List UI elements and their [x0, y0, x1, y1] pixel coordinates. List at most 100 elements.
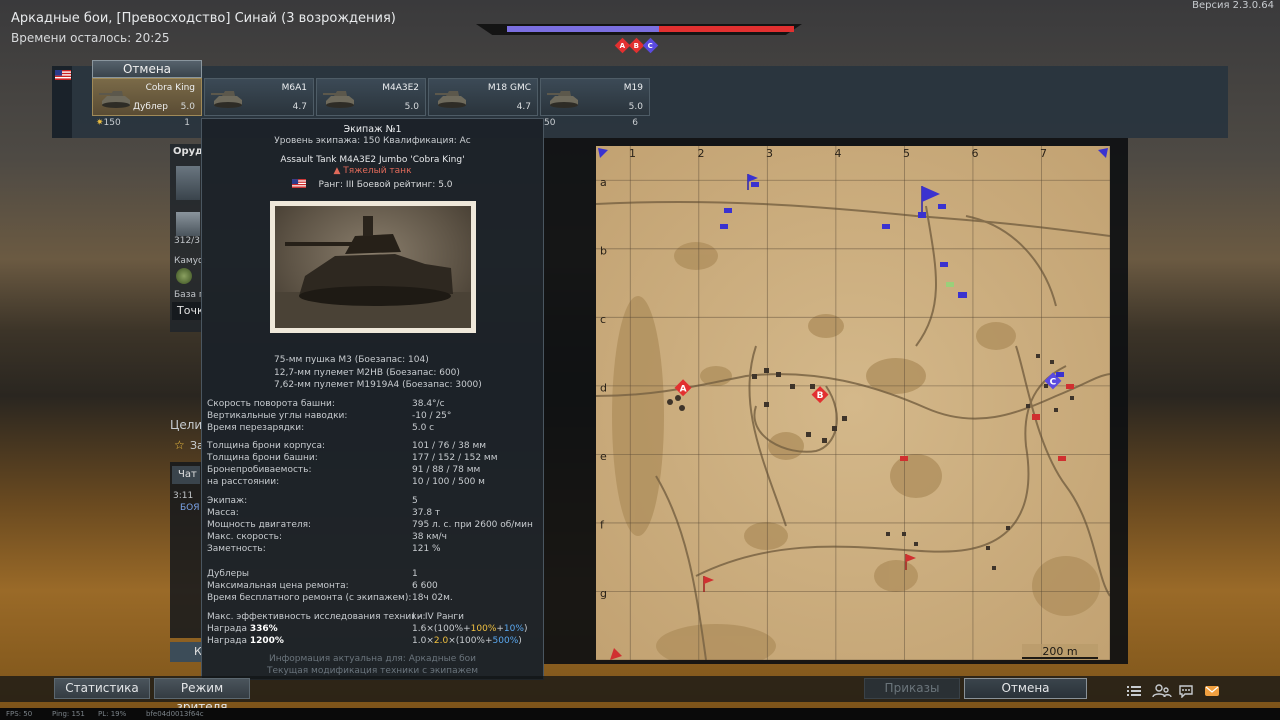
- reward-part: +: [496, 624, 504, 634]
- vehicle-name: M19: [623, 83, 643, 93]
- usa-flag-icon: [292, 179, 307, 188]
- reward-part: 1.0×: [412, 636, 434, 646]
- stat-value: 1: [412, 569, 418, 579]
- vehicle-role: Дублер: [133, 102, 168, 112]
- capture-point-label: C: [1050, 377, 1057, 387]
- map-column-label: 5: [903, 147, 910, 160]
- shell-slot-1[interactable]: [176, 166, 200, 200]
- slot-count: 6: [632, 118, 638, 128]
- slot-cost-row: 50 6: [544, 118, 644, 132]
- mail-icon[interactable]: [1204, 684, 1220, 698]
- reward-premium: 10%: [503, 624, 524, 634]
- camo-icon[interactable]: [176, 268, 192, 284]
- ping-readout: Ping: 151: [52, 710, 85, 718]
- objectives-header: Цели: [170, 418, 203, 432]
- vehicle-full-name: Assault Tank M4A3E2 Jumbo 'Cobra King': [280, 155, 465, 165]
- tank-icon: [435, 87, 469, 109]
- stat-label: Масса:: [207, 508, 239, 518]
- armament-line: 75-мм пушка M3 (Боезапас: 104): [274, 355, 429, 365]
- map-column-label: 6: [972, 147, 979, 160]
- shell-slot-2[interactable]: [176, 212, 200, 236]
- battle-rating: 5.0: [628, 102, 643, 112]
- squad-icon[interactable]: [1152, 684, 1172, 698]
- reward-label: Награда: [207, 624, 250, 634]
- weapons-header: Оруд: [173, 146, 204, 157]
- reward-sl-value: 1.0×2.0×(100%+500%): [412, 636, 522, 646]
- tactical-map[interactable]: 1 2 3 4 5 6 7abcdefg ABC 200 m: [596, 146, 1110, 660]
- reward-bonus: 100%: [470, 624, 497, 634]
- zone-label: C: [647, 41, 654, 50]
- score-bar-blue: [507, 26, 659, 32]
- vehicle-name: M4A3E2: [382, 83, 419, 93]
- stat-label: Толщина брони корпуса:: [207, 441, 326, 451]
- stat-label: Макс. скорость:: [207, 532, 283, 542]
- stat-label: Заметность:: [207, 544, 266, 554]
- chat-time: 3:11: [173, 491, 194, 501]
- cancel-button[interactable]: Отмена: [964, 678, 1087, 699]
- stat-label: на расстоянии:: [207, 477, 280, 487]
- map-row-label: e: [600, 450, 607, 463]
- stat-label: Вертикальные углы наводки:: [207, 411, 348, 421]
- cancel-selection-button[interactable]: Отмена: [92, 60, 202, 78]
- chat-tab[interactable]: Чат: [172, 466, 200, 484]
- reward-part: 1.6×(100%+: [412, 624, 471, 634]
- vehicle-name: M18 GMC: [487, 83, 531, 93]
- reward-bonus: 2.0: [433, 636, 449, 646]
- time-remaining: Времени осталось: 20:25: [11, 31, 170, 45]
- reward-part: ): [523, 624, 528, 634]
- vehicle-slot[interactable]: Cobra King 5.0 Дублер: [92, 78, 202, 116]
- battle-rating: 4.7: [292, 102, 307, 112]
- slot-cost: 50: [544, 118, 556, 128]
- spectator-mode-button[interactable]: Режим зрителя: [154, 678, 250, 714]
- crew-level: Уровень экипажа: 150 Квалификация: Ас: [274, 136, 471, 146]
- reward-part: ): [518, 636, 522, 646]
- vehicle-name: M6A1: [281, 83, 307, 93]
- orders-button[interactable]: Приказы: [864, 678, 960, 699]
- spawn-point-select[interactable]: Точк: [172, 302, 204, 320]
- map-column-label: 7: [1040, 147, 1047, 160]
- tank-icon: [323, 87, 357, 109]
- slot-count: 1: [184, 118, 190, 128]
- objective-star-icon: ☆: [174, 438, 185, 452]
- stat-value: 38.4°/с: [412, 399, 445, 409]
- research-label: Макс. эффективность исследования техники…: [207, 612, 426, 622]
- reward-premium: 500%: [492, 636, 519, 646]
- vehicle-slot[interactable]: M4A3E2 5.0: [316, 78, 426, 116]
- rank-and-br: Ранг: III Боевой рейтинг: 5.0: [318, 180, 453, 190]
- vehicle-slot[interactable]: M18 GMC 4.7: [428, 78, 538, 116]
- stat-value: 10 / 100 / 500 м: [412, 477, 485, 487]
- vehicle-slot[interactable]: M6A1 4.7: [204, 78, 314, 116]
- rank-line: Ранг: III Боевой рейтинг: 5.0: [202, 179, 543, 190]
- stat-label: Скорость поворота башни:: [207, 399, 335, 409]
- slot-cost: 150: [103, 118, 121, 128]
- vehicle-photo: [270, 201, 476, 333]
- research-value: I – IV Ранги: [412, 612, 464, 622]
- map-scale-label: 200 m: [1042, 645, 1077, 658]
- info-modification: Текущая модификация техники с экипажем: [266, 666, 479, 676]
- vehicle-tooltip: Экипаж №1 Уровень экипажа: 150 Квалифика…: [201, 118, 544, 680]
- vehicle-slot[interactable]: M19 5.0: [540, 78, 650, 116]
- stat-label: Бронепробиваемость:: [207, 465, 312, 475]
- battle-title: Аркадные бои, [Превосходство] Синай (3 в…: [11, 11, 396, 26]
- tank-icon: [99, 87, 133, 109]
- stat-value: 91 / 88 / 78 мм: [412, 465, 481, 475]
- game-version: Версия 2.3.0.64: [1192, 0, 1274, 11]
- score-bar-red: [659, 26, 794, 32]
- stat-value: 6 600: [412, 581, 438, 591]
- stat-label: Время бесплатного ремонта (с экипажем):: [207, 593, 412, 603]
- vehicle-class: ▲ Тяжелый танк: [202, 166, 543, 176]
- reward-label: Награда: [207, 636, 250, 646]
- zone-label: A: [619, 41, 626, 50]
- chat-input-button[interactable]: К: [170, 642, 202, 662]
- armament-line: 7,62-мм пулемет M1919A4 (Боезапас: 3000): [274, 380, 482, 390]
- reward-sl-label: Награда 1200%: [207, 636, 284, 646]
- chat-bubble-icon[interactable]: [1178, 684, 1194, 698]
- stat-value: 5.0 с: [412, 423, 435, 433]
- list-icon[interactable]: [1126, 684, 1142, 698]
- statistics-button[interactable]: Статистика: [54, 678, 150, 699]
- battle-rating: 4.7: [516, 102, 531, 112]
- stat-value: 18ч 02м.: [412, 593, 453, 603]
- crew-title: Экипаж №1: [343, 124, 402, 135]
- slot-cost-row: ✷150 1: [96, 118, 196, 132]
- stat-label: Максимальная цена ремонта:: [207, 581, 349, 591]
